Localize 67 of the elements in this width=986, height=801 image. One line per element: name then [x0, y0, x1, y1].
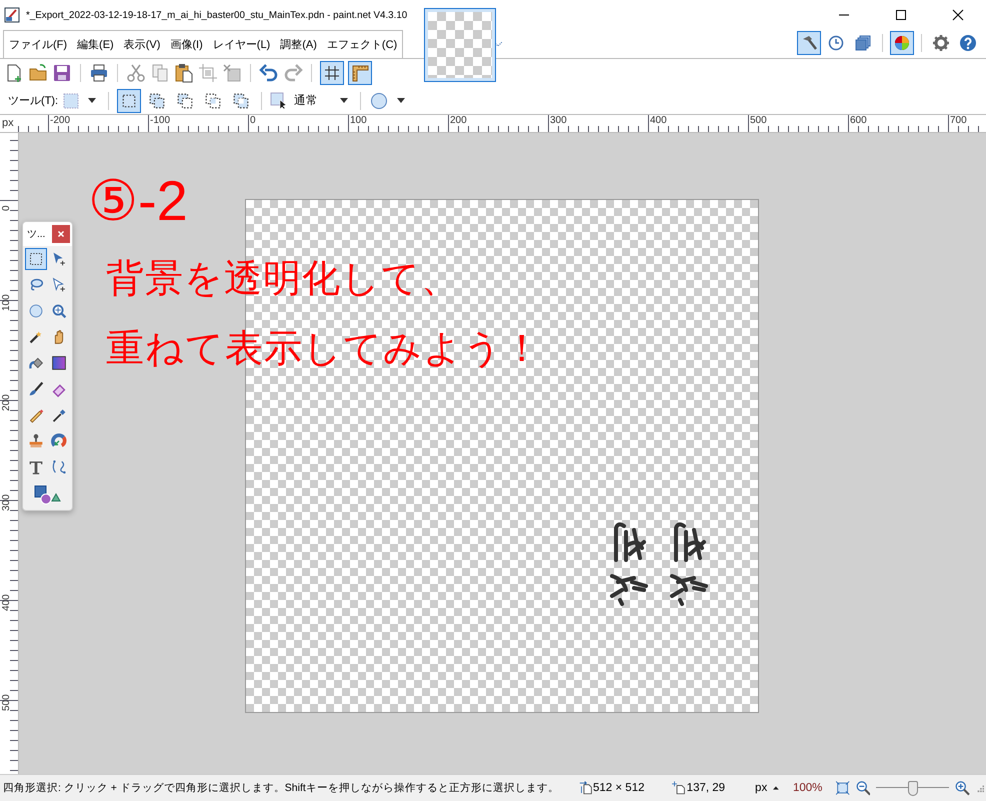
ruler-label: 300: [1, 494, 13, 511]
paste-icon[interactable]: [174, 63, 194, 83]
ruler-label: 200: [450, 115, 467, 127]
menu-item[interactable]: 表示(V): [118, 37, 166, 52]
ruler-label: 100: [1, 294, 13, 311]
rectangle-select-tool-icon[interactable]: [25, 248, 47, 270]
menu-item[interactable]: ファイル(F): [4, 37, 72, 52]
scissors-icon[interactable]: [126, 63, 146, 83]
menu-item[interactable]: エフェクト(C): [322, 37, 402, 52]
chevron-down-icon[interactable]: [493, 40, 504, 48]
caret-icon[interactable]: [397, 98, 406, 103]
image-size-icon: [578, 780, 592, 796]
image-tab-thumbnail[interactable]: [424, 8, 496, 82]
ruler-label: 0: [1, 205, 13, 211]
zoom-level[interactable]: 100%: [792, 782, 822, 794]
ruler-label: -100: [150, 115, 170, 127]
save-icon[interactable]: [52, 63, 72, 83]
zoom-slider[interactable]: [876, 779, 949, 797]
tools-window-title: ツ...: [27, 228, 46, 241]
menu-item[interactable]: 編集(E): [72, 37, 119, 52]
ruler-label: 700: [950, 115, 967, 127]
selection-mode-replace-icon[interactable]: [117, 88, 142, 112]
menu-item[interactable]: レイヤー(L): [208, 37, 276, 52]
zoom-out-icon[interactable]: [856, 779, 870, 797]
selection-cursor-icon[interactable]: [270, 92, 288, 110]
undo-icon[interactable]: [259, 63, 279, 83]
ruler-unit[interactable]: px: [0, 115, 18, 132]
step-number: ⑤-2: [88, 171, 188, 231]
ruler-label: 200: [1, 394, 13, 411]
ruler-label: 600: [850, 115, 867, 127]
ruler-label: 100: [350, 115, 367, 127]
antialiasing-icon[interactable]: [369, 90, 390, 110]
maximize-icon[interactable]: [895, 9, 907, 21]
ruler-label: -200: [50, 115, 70, 127]
app-icon: [4, 7, 20, 23]
unit-selector[interactable]: px: [755, 782, 768, 794]
caret-icon[interactable]: [88, 98, 96, 103]
status-hint: 四角形選択: クリック + ドラッグで四角形に選択します。Shiftキーを押しながら操作すると正方形に選択します。: [3, 781, 559, 795]
grid-icon[interactable]: [320, 61, 344, 85]
menu-item[interactable]: 調整(A): [275, 37, 322, 52]
caret-icon[interactable]: [340, 98, 348, 103]
resize-grip-icon[interactable]: [976, 783, 984, 793]
image-size: 512 × 512: [593, 782, 644, 794]
tools-window-icon[interactable]: [797, 31, 821, 55]
caption-text: 重ねて表示してみよう！: [106, 327, 542, 372]
caption-text: 背景を透明化して、: [106, 257, 461, 302]
open-folder-icon[interactable]: [28, 63, 48, 83]
blend-mode-dropdown[interactable]: 通常: [294, 93, 332, 108]
ruler-label: 500: [1, 694, 13, 711]
close-icon[interactable]: [952, 9, 964, 21]
zoom-to-window-icon[interactable]: [836, 780, 850, 796]
ruler-label: 400: [1, 594, 13, 611]
cursor-position: 137, 29: [686, 782, 726, 794]
zoom-in-icon[interactable]: [954, 779, 970, 797]
window-title: *_Export_2022-03-12-19-18-17_m_ai_hi_baster00_stu_MainTex.pdn - paint.net V4.3.10: [26, 10, 408, 20]
ruler-label: 500: [750, 115, 767, 127]
tool-label: ツール(T):: [8, 94, 58, 108]
menu-item[interactable]: 画像(I): [165, 37, 208, 52]
delete-selection-icon[interactable]: [222, 63, 242, 83]
ruler-label: 300: [550, 115, 567, 127]
caret-up-icon[interactable]: [773, 786, 779, 790]
colors-window-icon[interactable]: [890, 31, 914, 55]
ruler-icon[interactable]: [348, 61, 372, 85]
printer-icon[interactable]: [89, 63, 109, 83]
ruler-label: 400: [650, 115, 667, 127]
ruler-label: 0: [250, 115, 256, 127]
cursor-position-icon: [672, 780, 686, 796]
